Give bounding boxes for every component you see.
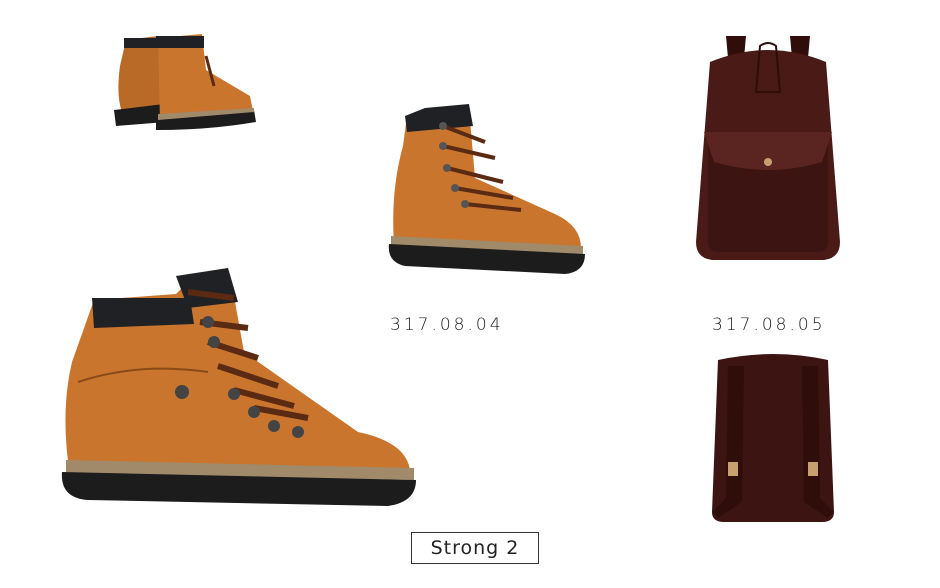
backpack-back-view-image — [704, 352, 842, 524]
boot-side-view-image — [385, 86, 590, 282]
boot-large-view-image — [58, 262, 420, 512]
collection-label-text: Strong 2 — [430, 537, 520, 559]
boot-back-view-image — [110, 26, 260, 134]
product-code-backpack: 317.08.05 — [712, 315, 826, 335]
collection-label: Strong 2 — [411, 532, 539, 564]
backpack-front-view-image — [690, 32, 846, 262]
product-code-boot: 317.08.04 — [390, 315, 504, 335]
